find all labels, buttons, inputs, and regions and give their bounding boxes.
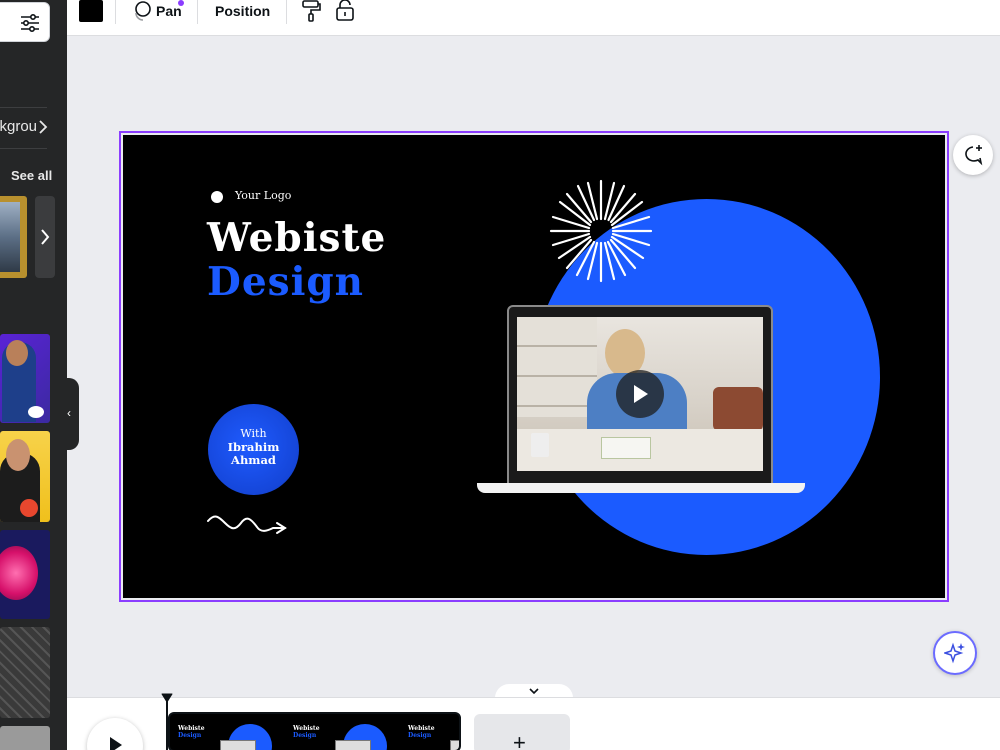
add-comment-button[interactable] (953, 135, 993, 175)
presenter-badge[interactable]: With Ibrahim Ahmad (208, 404, 299, 495)
video-play-button[interactable] (616, 370, 664, 418)
timeline-page-clip[interactable]: Webiste Design Webiste Design Webiste De… (168, 712, 461, 750)
timeline-expand-toggle[interactable] (495, 684, 573, 698)
animate-icon (135, 1, 151, 21)
clip-laptop (335, 740, 371, 750)
scroll-next-button[interactable] (35, 196, 55, 278)
toolbar-divider (115, 0, 116, 24)
category-chip-backgrounds[interactable]: ckgrou (0, 110, 50, 144)
with-label: With (240, 427, 267, 440)
toolbar-divider (286, 0, 287, 24)
template-thumbnail-man[interactable] (0, 334, 50, 423)
editor-toolbar: Pan Position (67, 0, 1000, 36)
clip-frame: Webiste Design (285, 714, 400, 750)
template-thumbnail-typography[interactable] (0, 627, 50, 718)
presenter-name: Ibrahim Ahmad (208, 441, 299, 467)
collapse-panel-button[interactable]: ‹ (63, 378, 79, 450)
left-panel: ckgrou See all (0, 0, 67, 750)
category-chip-label: ckgrou (0, 118, 38, 135)
laptop-base (477, 483, 805, 493)
playhead-line[interactable] (166, 700, 168, 750)
divider (0, 107, 47, 108)
chevron-down-icon (529, 688, 539, 695)
chevron-left-icon: ‹ (67, 406, 71, 420)
pan-label: Pan (156, 3, 182, 19)
play-icon (110, 737, 122, 750)
plus-icon: + (513, 730, 526, 750)
logo-text[interactable]: Your Logo (235, 189, 291, 202)
see-all-link[interactable]: See all (11, 168, 52, 183)
template-thumbnail-flower[interactable] (0, 530, 50, 619)
copy-style-paint-roller-icon[interactable] (301, 0, 321, 22)
logo-dot (211, 191, 223, 203)
clip-title-line-1: Webiste (178, 725, 205, 732)
presenter-last-name: Ahmad (231, 453, 276, 467)
clip-title-line-2: Design (178, 732, 202, 739)
divider (0, 148, 47, 149)
magic-assistant-button[interactable] (933, 631, 977, 675)
clip-laptop (220, 740, 256, 750)
template-thumbnail-partial[interactable] (0, 726, 50, 750)
sparkle-icon (944, 642, 965, 664)
play-icon (634, 385, 648, 403)
design-canvas-page[interactable]: Your Logo Webiste Design With Ibrahim Ah… (123, 135, 945, 598)
lock-icon[interactable] (335, 0, 355, 22)
chevron-right-icon (41, 229, 50, 245)
filter-button[interactable] (0, 2, 50, 42)
comment-add-icon (965, 145, 983, 166)
squiggle-arrow-graphic[interactable] (207, 513, 287, 537)
title-line-1[interactable]: Webiste (207, 215, 386, 261)
clip-title-line-1: Webiste (293, 725, 320, 732)
position-button[interactable]: Position (215, 3, 270, 19)
clip-frame: Webiste Design (400, 714, 459, 750)
toolbar-divider (197, 0, 198, 24)
template-thumbnail-woman[interactable] (0, 431, 50, 522)
clip-laptop (450, 740, 459, 750)
new-indicator-dot (178, 0, 184, 6)
title-line-2[interactable]: Design (207, 259, 364, 305)
clip-title-line-2: Design (408, 732, 432, 739)
clip-frame: Webiste Design (170, 714, 285, 750)
clip-title-line-2: Design (293, 732, 317, 739)
sunburst-graphic[interactable] (549, 179, 653, 283)
sliders-icon (21, 14, 39, 32)
clip-title-line-1: Webiste (408, 725, 435, 732)
chevron-right-icon[interactable] (36, 110, 50, 144)
add-page-button[interactable]: + (474, 714, 570, 750)
text-color-swatch[interactable] (79, 0, 103, 22)
template-thumbnail-city[interactable] (0, 196, 27, 278)
playhead-handle[interactable] (161, 693, 173, 703)
